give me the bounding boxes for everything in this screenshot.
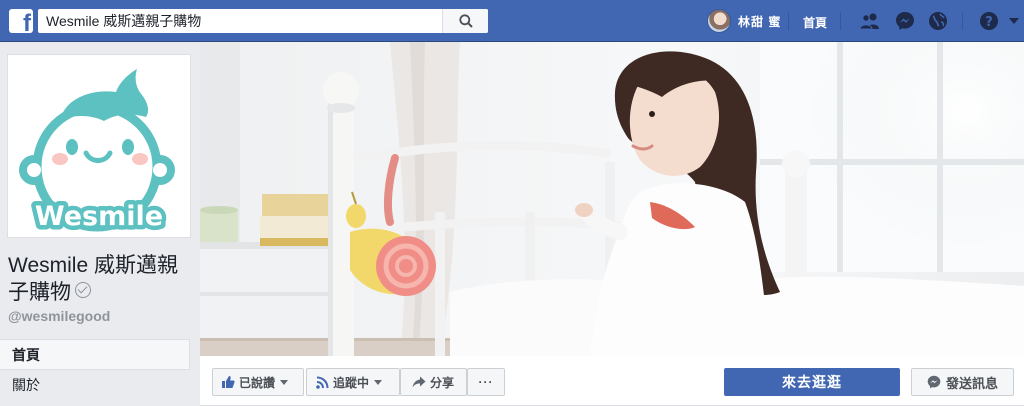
more-options-button[interactable]: ··· bbox=[467, 368, 505, 396]
share-arrow-icon bbox=[412, 376, 426, 388]
page-left-navigation: 首頁 關於 bbox=[0, 339, 190, 401]
profile-link[interactable]: 林甜 蜜 bbox=[707, 9, 781, 33]
page-title[interactable]: Wesmile 威斯邁親子購物 bbox=[8, 252, 194, 306]
help-icon[interactable]: ? bbox=[977, 9, 1001, 33]
page-action-bar: 已說讚 追蹤中 分享 ··· 來去逛逛 發送訊息 bbox=[200, 356, 1024, 406]
top-navigation-bar: f 林甜 蜜 首頁 bbox=[0, 0, 1024, 42]
messenger-icon bbox=[927, 375, 941, 389]
verified-badge-icon bbox=[75, 282, 91, 298]
wesmile-logo: Wesmile Wesmile bbox=[19, 69, 175, 237]
more-dots-icon: ··· bbox=[478, 375, 494, 389]
left-nav-item-home[interactable]: 首頁 bbox=[0, 339, 190, 370]
account-menu-icon[interactable] bbox=[1002, 9, 1024, 33]
following-button-label: 追蹤中 bbox=[333, 375, 370, 390]
send-message-button[interactable]: 發送訊息 bbox=[911, 368, 1014, 396]
search-bar bbox=[38, 9, 488, 33]
rss-feed-icon bbox=[316, 376, 329, 389]
chevron-down-icon bbox=[374, 379, 383, 385]
friend-requests-icon[interactable] bbox=[858, 9, 882, 33]
cover-photo-image bbox=[200, 42, 1024, 356]
search-icon bbox=[458, 14, 473, 28]
nav-divider bbox=[788, 12, 789, 30]
home-link[interactable]: 首頁 bbox=[803, 14, 827, 31]
thumbs-up-icon bbox=[222, 376, 235, 388]
nav-divider bbox=[840, 12, 841, 30]
share-button-label: 分享 bbox=[430, 375, 455, 390]
brand-wordmark: Wesmile bbox=[35, 201, 163, 232]
share-button[interactable]: 分享 bbox=[400, 368, 467, 396]
following-button[interactable]: 追蹤中 bbox=[306, 368, 400, 396]
search-input[interactable] bbox=[38, 9, 441, 33]
left-nav-item-about[interactable]: 關於 bbox=[0, 370, 190, 401]
chevron-down-icon bbox=[280, 379, 289, 385]
shop-now-button[interactable]: 來去逛逛 bbox=[724, 368, 900, 396]
avatar bbox=[707, 9, 731, 33]
facebook-logo-icon[interactable]: f bbox=[9, 9, 33, 33]
messenger-icon[interactable] bbox=[893, 9, 917, 33]
page-profile-picture[interactable]: Wesmile Wesmile bbox=[7, 54, 191, 238]
notifications-globe-icon[interactable] bbox=[926, 9, 950, 33]
svg-text:?: ? bbox=[985, 15, 993, 30]
liked-button-label: 已說讚 bbox=[239, 375, 276, 390]
profile-name: 林甜 蜜 bbox=[738, 14, 782, 29]
liked-button[interactable]: 已說讚 bbox=[212, 368, 304, 396]
send-message-label: 發送訊息 bbox=[945, 375, 998, 391]
cover-photo[interactable] bbox=[200, 42, 1024, 356]
page-username[interactable]: @wesmilegood bbox=[8, 308, 110, 324]
search-button[interactable] bbox=[442, 9, 488, 33]
nav-divider bbox=[962, 12, 963, 30]
